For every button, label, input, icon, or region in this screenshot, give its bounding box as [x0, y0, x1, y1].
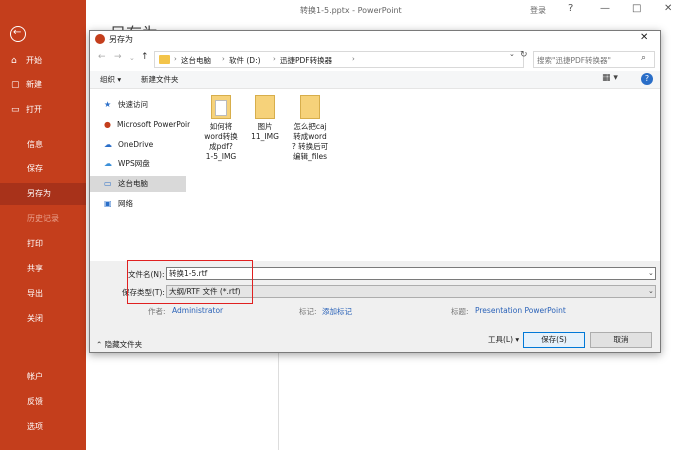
new-file-icon: ▢: [11, 80, 20, 90]
backstage-sidebar: ⌂开始 ▢新建 ▭打开 信息 保存 另存为 历史记录 打印 共享 导出 关闭 帐…: [0, 0, 86, 450]
nav-item-quick-access[interactable]: ★ 快速访问: [90, 97, 186, 113]
sidebar-item-options[interactable]: 选项: [0, 416, 86, 438]
folder-icon: [300, 95, 320, 119]
tags-label: 标记:: [299, 307, 317, 316]
window-title: 转换1-5.pptx - PowerPoint: [300, 6, 402, 15]
breadcrumb-this-pc[interactable]: 这台电脑: [181, 55, 211, 66]
sidebar-item-share[interactable]: 共享: [0, 258, 86, 280]
forward-icon[interactable]: →: [114, 52, 122, 62]
file-list: 如何将 word转换 成pdf? 1-5_IMG 图片 11_IMG 怎么把caj 转成w…: [190, 89, 660, 261]
star-icon: ★: [104, 100, 112, 109]
nav-item-onedrive[interactable]: ☁ OneDrive: [90, 137, 186, 153]
search-icon[interactable]: ⌕: [641, 53, 646, 63]
dialog-titlebar: 另存为 ✕: [90, 31, 660, 47]
up-icon[interactable]: ↑: [141, 52, 149, 62]
filetype-dropdown-icon[interactable]: ⌄: [648, 287, 654, 295]
sidebar-item-history[interactable]: 历史记录: [0, 208, 86, 230]
close-window-icon[interactable]: ✕: [664, 3, 672, 14]
back-icon[interactable]: ←: [98, 52, 106, 62]
sidebar-item-print[interactable]: 打印: [0, 233, 86, 255]
author-label: 作者:: [148, 307, 166, 316]
breadcrumb-drive-d[interactable]: 软件 (D:): [229, 55, 261, 66]
dialog-toolbar: 组织 ▾ 新建文件夹 ▦ ▾ ?: [90, 71, 660, 89]
computer-icon: ▭: [104, 179, 112, 188]
dialog-close-icon[interactable]: ✕: [640, 32, 648, 43]
sidebar-item-new[interactable]: ▢ 新建: [0, 74, 86, 96]
minimize-icon[interactable]: —: [600, 3, 610, 14]
save-as-dialog: 另存为 ✕ ← → ⌄ ↑ › 这台电脑 › 软件 (D:) › 迅捷PDF转换…: [89, 30, 661, 353]
cloud-icon: ☁: [104, 140, 112, 149]
recent-dropdown-icon[interactable]: ⌄: [129, 54, 135, 62]
sidebar-item-open[interactable]: ▭ 打开: [0, 99, 86, 121]
divider: [278, 350, 279, 450]
address-bar[interactable]: › 这台电脑 › 软件 (D:) › 迅捷PDF转换器 ›: [154, 51, 524, 68]
title-value[interactable]: Presentation PowerPoint: [475, 306, 566, 315]
save-button[interactable]: 保存(S): [523, 332, 585, 348]
filename-dropdown-icon[interactable]: ⌄: [648, 269, 654, 277]
title-label: 标题:: [451, 307, 469, 316]
nav-item-wps-cloud[interactable]: ☁ WPS网盘: [90, 156, 186, 172]
powerpoint-icon: ●: [104, 120, 111, 129]
sidebar-item-info[interactable]: 信息: [0, 134, 86, 156]
navigation-pane: ★ 快速访问 ● Microsoft PowerPoint ☁ OneDrive ☁ W…: [90, 89, 190, 261]
sidebar-item-close[interactable]: 关闭: [0, 308, 86, 330]
organize-menu[interactable]: 组织 ▾: [100, 74, 121, 85]
help-icon[interactable]: ?: [568, 3, 573, 14]
back-arrow-icon[interactable]: [10, 26, 26, 42]
address-row: ← → ⌄ ↑ › 这台电脑 › 软件 (D:) › 迅捷PDF转换器 › ⌄ …: [90, 47, 660, 71]
breadcrumb-folder[interactable]: 迅捷PDF转换器: [280, 55, 332, 66]
folder-item[interactable]: 怎么把caj 转成word? 转换后可 编辑_files: [283, 95, 337, 162]
address-dropdown-icon[interactable]: ⌄: [509, 50, 515, 58]
cancel-button[interactable]: 取消: [590, 332, 652, 348]
sidebar-item-save[interactable]: 保存: [0, 158, 86, 180]
folder-icon: [159, 55, 170, 64]
nav-item-this-pc[interactable]: ▭ 这台电脑: [90, 176, 186, 192]
new-folder-button[interactable]: 新建文件夹: [141, 74, 179, 85]
open-folder-icon: ▭: [11, 105, 20, 115]
tags-value[interactable]: 添加标记: [322, 306, 352, 317]
author-value[interactable]: Administrator: [172, 306, 223, 315]
home-icon: ⌂: [11, 56, 17, 66]
nav-item-powerpoint[interactable]: ● Microsoft PowerPoint: [90, 117, 190, 133]
view-options-icon[interactable]: ▦ ▾: [602, 73, 618, 83]
refresh-icon[interactable]: ↻: [520, 50, 528, 60]
sidebar-item-export[interactable]: 导出: [0, 283, 86, 305]
maximize-icon[interactable]: □: [632, 3, 641, 14]
nav-item-network[interactable]: ▣ 网络: [90, 196, 186, 212]
help-icon[interactable]: ?: [641, 73, 653, 85]
search-input[interactable]: [537, 54, 637, 66]
search-box[interactable]: ⌕: [533, 51, 655, 68]
hide-folders-toggle[interactable]: ⌃ 隐藏文件夹: [96, 339, 142, 350]
sidebar-item-feedback[interactable]: 反馈: [0, 391, 86, 413]
powerpoint-icon: [95, 34, 105, 44]
network-icon: ▣: [104, 199, 112, 208]
folder-icon: [255, 95, 275, 119]
tools-menu[interactable]: 工具(L) ▾: [488, 334, 519, 345]
sidebar-item-save-as[interactable]: 另存为: [0, 183, 86, 205]
highlight-box: [127, 260, 253, 304]
sidebar-item-account[interactable]: 帐户: [0, 366, 86, 388]
chevron-up-icon: ⌃: [96, 340, 105, 349]
folder-name: 怎么把caj 转成word? 转换后可 编辑_files: [291, 122, 329, 161]
sidebar-item-home[interactable]: ⌂ 开始: [0, 50, 86, 72]
login-link[interactable]: 登录: [530, 5, 546, 16]
wps-cloud-icon: ☁: [104, 159, 112, 168]
folder-icon: [211, 95, 231, 119]
dialog-title: 另存为: [109, 35, 133, 44]
